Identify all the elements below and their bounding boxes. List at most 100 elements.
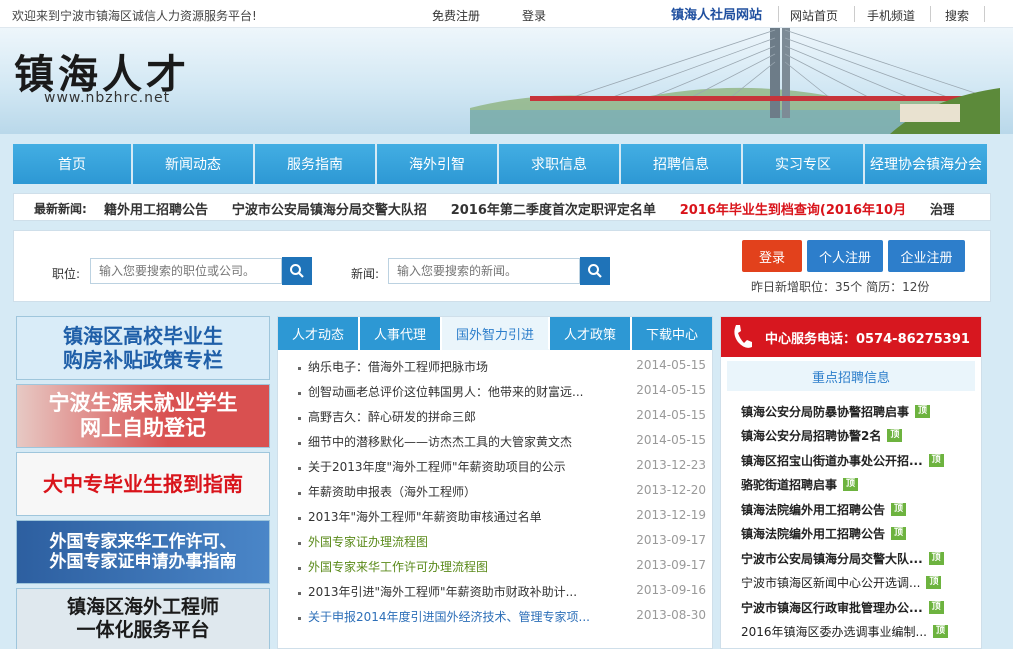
top-badge: 顶: [932, 625, 948, 639]
job-search-button[interactable]: [282, 257, 312, 285]
list-item[interactable]: 外国专家证办理流程图 2013-09-17: [278, 533, 712, 558]
ticker-item[interactable]: 2016年第二季度首次定职评定名单: [451, 203, 656, 217]
nav-job-seeking[interactable]: 求职信息: [499, 144, 619, 184]
bridge-illustration: [470, 28, 1000, 134]
article-title[interactable]: 关于2013年度"海外工程师"年薪资助项目的公示: [308, 460, 566, 474]
nav-news[interactable]: 新闻动态: [133, 144, 253, 184]
promo-overseas-engineer[interactable]: 镇海区海外工程师 一体化服务平台: [16, 588, 270, 649]
article-title[interactable]: 2013年"海外工程师"年薪资助审核通过名单: [308, 510, 542, 524]
ticker-item[interactable]: 籍外用工招聘公告: [104, 203, 208, 217]
list-item[interactable]: 宁波市镇海区行政审批管理办公... 顶: [741, 595, 981, 620]
article-title[interactable]: 外国专家证办理流程图: [308, 535, 428, 549]
personal-register-button[interactable]: 个人注册: [807, 240, 883, 272]
job-search-label: 职位:: [52, 267, 81, 281]
ticker-label: 最新新闻:: [34, 202, 87, 216]
list-item[interactable]: 2013年"海外工程师"年薪资助审核通过名单 2013-12-19: [278, 508, 712, 533]
list-item[interactable]: 2016年镇海区委办选调事业编制... 顶: [741, 620, 981, 645]
promo-unemployed-registration[interactable]: 宁波生源未就业学生 网上自助登记: [16, 384, 270, 448]
list-item[interactable]: 镇海法院编外用工招聘公告顶: [741, 522, 981, 547]
article-date: 2013-08-30: [636, 608, 706, 622]
article-title[interactable]: 关于申报2014年度引进国外经济技术、管理专家项...: [308, 610, 590, 624]
article-title[interactable]: 高野吉久：醉心研发的拼命三郎: [308, 410, 476, 424]
list-item[interactable]: 关于2013年度"海外工程师"年薪资助项目的公示 2013-12-23: [278, 458, 712, 483]
recruitment-title[interactable]: 镇海法院编外用工招聘公告: [741, 525, 885, 542]
recruitment-panel: 中心服务电话：0574-86275391 重点招聘信息 镇海公安分局防暴协警招聘…: [720, 316, 982, 649]
list-item[interactable]: 细节中的潜移默化——访杰杰工具的大管家黄文杰 2014-05-15: [278, 433, 712, 458]
list-item[interactable]: 镇海法院编外用工招聘公告顶: [741, 497, 981, 522]
nav-internship[interactable]: 实习专区: [743, 144, 863, 184]
article-title[interactable]: 细节中的潜移默化——访杰杰工具的大管家黄文杰: [308, 435, 572, 449]
site-home-link[interactable]: 网站首页: [790, 7, 838, 24]
list-item[interactable]: 镇海区招宝山街道办事处公开招... 顶: [741, 448, 981, 473]
article-date: 2013-12-20: [636, 483, 706, 497]
list-item[interactable]: 宁波市公安局镇海分局交警大队... 顶: [741, 546, 981, 571]
nav-service-guide[interactable]: 服务指南: [255, 144, 375, 184]
list-item[interactable]: 外国专家来华工作许可办理流程图 2013-09-17: [278, 558, 712, 583]
search-link[interactable]: 搜索: [945, 7, 969, 24]
main-nav: 首页 新闻动态 服务指南 海外引智 求职信息 招聘信息 实习专区 经理协会镇海分…: [13, 144, 987, 184]
recruitment-title[interactable]: 宁波市镇海区行政审批管理办公...: [741, 599, 923, 616]
ticker-item[interactable]: 2016年毕业生到档查询(2016年10月: [680, 203, 906, 217]
list-item[interactable]: 纳乐电子：借海外工程师把脉市场 2014-05-15: [278, 358, 712, 383]
nav-home[interactable]: 首页: [13, 144, 131, 184]
list-item[interactable]: 2013年引进"海外工程师"年薪资助市财政补助计... 2013-09-16: [278, 583, 712, 608]
tab-foreign-talent[interactable]: 国外智力引进: [442, 317, 550, 350]
recruitment-title[interactable]: 镇海公安分局防暴协警招聘启事: [741, 403, 909, 420]
top-badge: 顶: [891, 502, 907, 516]
article-title[interactable]: 2013年引进"海外工程师"年薪资助市财政补助计...: [308, 585, 577, 599]
bureau-link[interactable]: 镇海人社局网站: [671, 4, 762, 23]
recruitment-title[interactable]: 镇海公安分局招聘协警2名: [741, 427, 881, 444]
article-title[interactable]: 纳乐电子：借海外工程师把脉市场: [308, 360, 488, 374]
recruitment-title[interactable]: 镇海区招宝山街道办事处公开招...: [741, 452, 923, 469]
nav-recruitment[interactable]: 招聘信息: [621, 144, 741, 184]
recruitment-title[interactable]: 2016年镇海区委办选调事业编制...: [741, 623, 927, 640]
login-button[interactable]: 登录: [742, 240, 802, 272]
news-search-button[interactable]: [580, 257, 610, 285]
register-link[interactable]: 免费注册: [432, 7, 480, 24]
company-register-button[interactable]: 企业注册: [888, 240, 965, 272]
promo-graduate-guide[interactable]: 大中专毕业生报到指南: [16, 452, 270, 516]
news-search-input[interactable]: [388, 258, 580, 284]
top-badge: 顶: [926, 576, 942, 590]
list-item[interactable]: 骆驼街道招聘启事顶: [741, 473, 981, 498]
ticker-item[interactable]: 宁波市公安局镇海分局交警大队招: [232, 203, 427, 217]
divider: [778, 6, 779, 22]
tab-talent-policy[interactable]: 人才政策: [550, 317, 632, 350]
top-bar: 欢迎来到宁波市镇海区诚信人力资源服务平台! 免费注册 登录 镇海人社局网站 网站…: [0, 0, 1013, 28]
article-title[interactable]: 创智动画老总评价这位韩国男人：他带来的财富远...: [308, 385, 583, 399]
ticker-item[interactable]: 治理招聘网: [930, 203, 954, 217]
job-search-input[interactable]: [90, 258, 282, 284]
promo-foreign-expert[interactable]: 外国专家来华工作许可、 外国专家证申请办事指南: [16, 520, 270, 584]
top-badge: 顶: [928, 453, 944, 467]
recruitment-title[interactable]: 骆驼街道招聘启事: [741, 476, 837, 493]
ticker-scroll: 籍外用工招聘公告 宁波市公安局镇海分局交警大队招 2016年第二季度首次定职评定…: [104, 199, 954, 217]
list-item[interactable]: 镇海公安分局招聘协警2名顶: [741, 424, 981, 449]
article-date: 2013-09-16: [636, 583, 706, 597]
tab-talent-news[interactable]: 人才动态: [278, 317, 360, 350]
list-item[interactable]: 高野吉久：醉心研发的拼命三郎 2014-05-15: [278, 408, 712, 433]
header-banner: 镇海人才 www.nbzhrc.net: [0, 28, 1013, 134]
mobile-link[interactable]: 手机频道: [867, 7, 915, 24]
list-item[interactable]: 宁波市镇海区新闻中心公开选调... 顶: [741, 571, 981, 596]
list-item[interactable]: 镇海公安分局防暴协警招聘启事顶: [741, 399, 981, 424]
article-date: 2014-05-15: [636, 408, 706, 422]
list-item[interactable]: 关于申报2014年度引进国外经济技术、管理专家项... 2013-08-30: [278, 608, 712, 633]
list-item[interactable]: 年薪资助申报表（海外工程师） 2013-12-20: [278, 483, 712, 508]
search-icon: [588, 264, 602, 278]
article-date: 2014-05-15: [636, 358, 706, 372]
tab-downloads[interactable]: 下载中心: [632, 317, 712, 350]
recruitment-title[interactable]: 宁波市镇海区新闻中心公开选调...: [741, 574, 920, 591]
list-item[interactable]: 创智动画老总评价这位韩国男人：他带来的财富远... 2014-05-15: [278, 383, 712, 408]
article-title[interactable]: 年薪资助申报表（海外工程师）: [308, 485, 476, 499]
article-title[interactable]: 外国专家来华工作许可办理流程图: [308, 560, 488, 574]
login-link[interactable]: 登录: [522, 7, 546, 24]
article-date: 2013-12-23: [636, 458, 706, 472]
nav-managers-association[interactable]: 经理协会镇海分会: [865, 144, 987, 184]
divider: [930, 6, 931, 22]
nav-overseas[interactable]: 海外引智: [377, 144, 497, 184]
recruitment-title[interactable]: 宁波市公安局镇海分局交警大队...: [741, 550, 923, 567]
promo-graduate-housing[interactable]: 镇海区高校毕业生 购房补贴政策专栏: [16, 316, 270, 380]
tab-personnel-agency[interactable]: 人事代理: [360, 317, 442, 350]
recruitment-title[interactable]: 镇海法院编外用工招聘公告: [741, 501, 885, 518]
info-tabs-panel: 人才动态 人事代理 国外智力引进 人才政策 下载中心 纳乐电子：借海外工程师把脉…: [277, 316, 713, 649]
